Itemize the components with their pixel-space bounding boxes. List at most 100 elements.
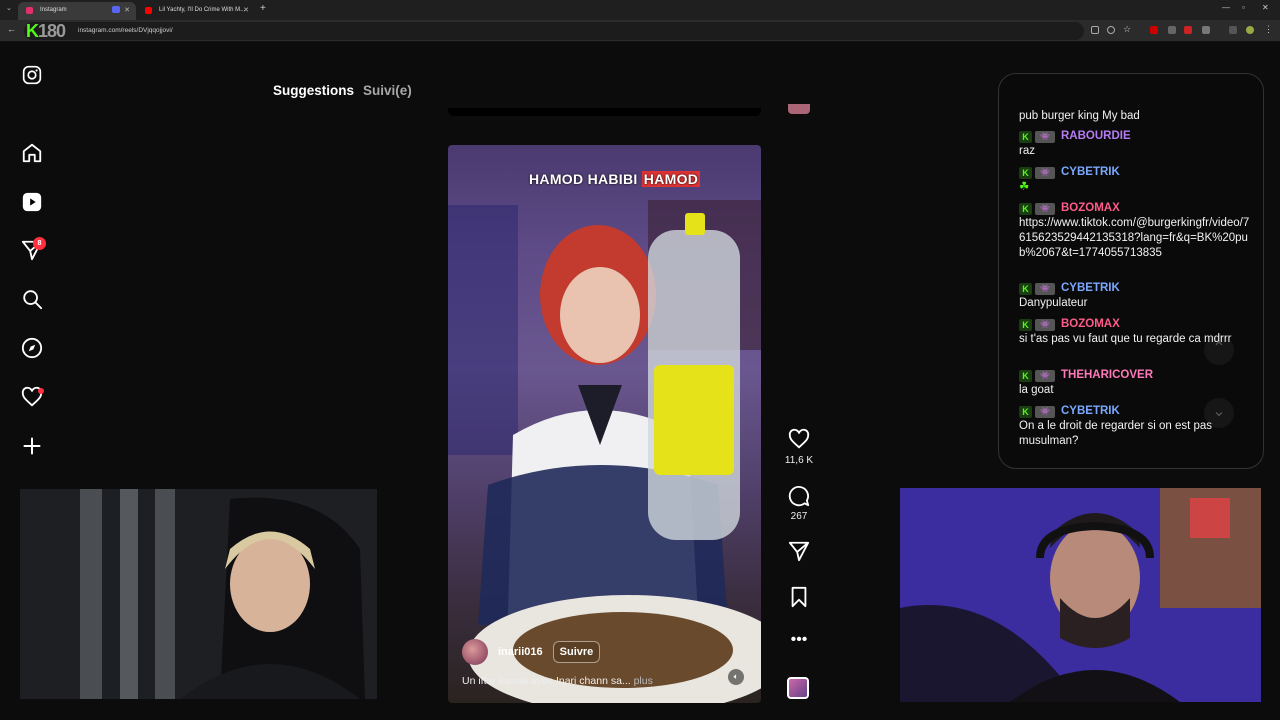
- chat-username: RABOURDIE: [1061, 130, 1131, 142]
- minimize-icon[interactable]: —: [1222, 3, 1230, 12]
- chat-text: pub burger king My bad: [1019, 110, 1140, 122]
- instagram-favicon-icon: [26, 7, 33, 14]
- extension-icon[interactable]: [1229, 26, 1237, 34]
- home-icon[interactable]: [20, 141, 44, 165]
- tab-youtube[interactable]: Lil Yachty, I'll Do Crime With M... ✕: [137, 2, 255, 20]
- extension-icon[interactable]: [1168, 26, 1176, 34]
- chat-text: Danypulateur: [1019, 297, 1088, 309]
- chat-message: K 👾 BOZOMAX https://www.tiktok.com/@burger…: [1019, 201, 1253, 261]
- previous-reel-edge: [448, 108, 761, 116]
- back-icon[interactable]: ←: [7, 24, 16, 34]
- extension-icon[interactable]: [1184, 26, 1192, 34]
- more-link[interactable]: plus: [634, 675, 653, 687]
- cast-icon[interactable]: [1091, 26, 1099, 34]
- reel-username[interactable]: inarii016: [498, 646, 543, 658]
- chat-username: CYBETRIK: [1061, 166, 1120, 178]
- bookmark-star-icon[interactable]: ☆: [1123, 24, 1131, 34]
- webcam-right: [900, 488, 1261, 702]
- close-icon[interactable]: ✕: [124, 6, 130, 14]
- search-icon[interactable]: [20, 287, 44, 311]
- user-badge-icon: 👾: [1035, 202, 1055, 215]
- explore-icon[interactable]: [20, 336, 44, 360]
- chat-message: K 👾 CYBETRIK Danypulateur: [1019, 281, 1253, 311]
- user-badge-icon: 👾: [1035, 282, 1055, 295]
- webcam-left-scene: [20, 489, 377, 699]
- volume-icon[interactable]: 🔈︎: [728, 669, 744, 685]
- chat-message: K 👾 CYBETRIK ☘: [1019, 165, 1253, 195]
- kick-badge-icon: K: [1019, 130, 1032, 143]
- save-button[interactable]: [786, 586, 812, 613]
- webcam-left: [20, 489, 377, 699]
- kick-badge-icon: K: [1019, 202, 1032, 215]
- comments-count: 267: [790, 511, 808, 522]
- window-close-icon[interactable]: ✕: [1262, 3, 1269, 12]
- chat-message: K 👾 RABOURDIE raz: [1019, 129, 1253, 159]
- kick-badge-icon: K: [1019, 166, 1032, 179]
- previous-reel-chevron-up-icon[interactable]: ⌃: [1204, 335, 1234, 365]
- chat-username: CYBETRIK: [1061, 282, 1120, 294]
- new-tab-button[interactable]: +: [260, 3, 266, 14]
- close-icon[interactable]: ✕: [243, 6, 249, 14]
- share-button[interactable]: [786, 540, 812, 567]
- kick-badge-icon: K: [1019, 369, 1032, 382]
- browser-menu-icon[interactable]: ⋮: [1264, 24, 1273, 35]
- user-badge-icon: 👾: [1035, 166, 1055, 179]
- youtube-favicon-icon: [145, 7, 152, 14]
- reels-icon[interactable]: [20, 190, 44, 214]
- stream-overlay-logo: K180: [26, 21, 66, 41]
- address-bar-row: ←: [0, 20, 1280, 42]
- chat-message: pub burger king My bad: [1019, 109, 1253, 124]
- instagram-logo-icon[interactable]: [20, 63, 44, 87]
- tab-search-button[interactable]: ⌄: [6, 4, 12, 12]
- maximize-icon[interactable]: ▫: [1242, 3, 1245, 12]
- chat-text: https://www.tiktok.com/@burgerkingfr/vid…: [1019, 217, 1250, 259]
- tab-following[interactable]: Suivi(e): [363, 83, 412, 98]
- reel-overlay-title: HAMOD HABIBI HAMOD: [529, 171, 701, 187]
- chat-username: BOZOMAX: [1061, 202, 1120, 214]
- chat-text: raz: [1019, 145, 1035, 157]
- bookmark-icon: [791, 586, 807, 608]
- audio-thumbnail[interactable]: [787, 677, 809, 699]
- notifications-badge: 8: [33, 237, 46, 250]
- previous-reel-avatar[interactable]: [788, 104, 810, 114]
- create-icon[interactable]: [20, 434, 44, 458]
- user-badge-icon: 👾: [1035, 130, 1055, 143]
- kick-badge-icon: K: [1019, 405, 1032, 418]
- extensions-puzzle-icon[interactable]: [1202, 26, 1210, 34]
- kick-badge-icon: K: [1019, 318, 1032, 331]
- user-badge-icon: 👾: [1035, 369, 1055, 382]
- more-options-icon[interactable]: •••: [786, 632, 812, 648]
- next-reel-chevron-down-icon[interactable]: ⌄: [1204, 398, 1234, 428]
- comment-button[interactable]: [786, 485, 812, 512]
- tab-title: Lil Yachty, I'll Do Crime With M...: [159, 7, 246, 13]
- user-badge-icon: 👾: [1035, 405, 1055, 418]
- url-text[interactable]: instagram.com/reels/DVjqqojjovi/: [78, 27, 173, 34]
- like-button[interactable]: [786, 428, 812, 455]
- avatar[interactable]: [462, 639, 488, 665]
- reel-author-row: inarii016 Suivre: [462, 639, 601, 665]
- reel-description[interactable]: Un iftar kawaii avec Inari chann sa... p…: [462, 675, 653, 687]
- browser-tab-bar: ⌄ Instagram ✕ Lil Yachty, I'll Do Crime …: [0, 0, 1280, 20]
- chat-text: ☘: [1019, 181, 1030, 193]
- extension-icon[interactable]: [1150, 26, 1158, 34]
- follow-button[interactable]: Suivre: [552, 641, 601, 663]
- chat-message: K 👾 THEHARICOVER la goat: [1019, 368, 1253, 398]
- user-badge-icon: 👾: [1035, 318, 1055, 331]
- chat-username: THEHARICOVER: [1061, 369, 1154, 381]
- zoom-icon[interactable]: [1107, 26, 1115, 34]
- profile-avatar[interactable]: [1246, 26, 1254, 34]
- heart-icon: [788, 428, 810, 449]
- comment-icon: [788, 486, 810, 507]
- reel-video[interactable]: HAMOD HABIBI HAMOD inarii016 Suivre Un i…: [448, 145, 761, 703]
- chat-username: BOZOMAX: [1061, 318, 1120, 330]
- tab-title: Instagram: [40, 7, 67, 13]
- chat-username: CYBETRIK: [1061, 405, 1120, 417]
- tab-suggestions[interactable]: Suggestions: [273, 83, 354, 98]
- likes-count: 11,6 K: [784, 455, 814, 466]
- notification-dot: [38, 388, 44, 394]
- kick-badge-icon: K: [1019, 282, 1032, 295]
- share-icon: [788, 541, 810, 562]
- omnibox[interactable]: [24, 22, 1084, 40]
- tab-discord-icon[interactable]: [112, 6, 120, 13]
- reel-scene-illustration: [448, 200, 761, 703]
